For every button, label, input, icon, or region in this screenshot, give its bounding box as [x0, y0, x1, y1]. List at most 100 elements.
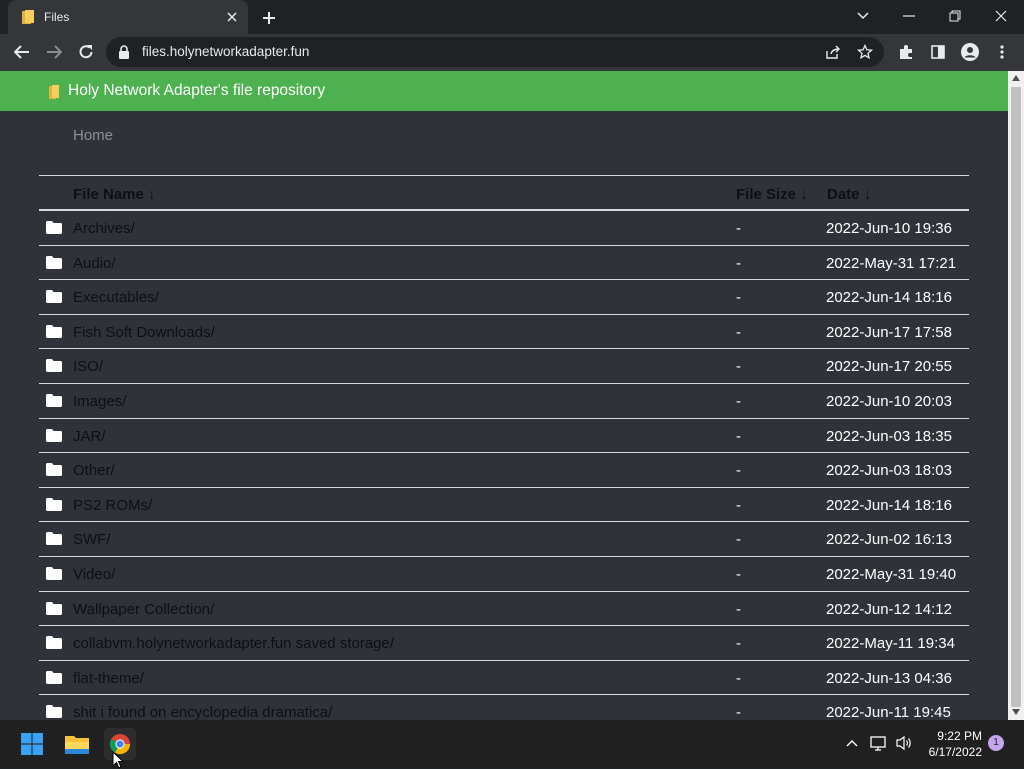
file-name-link[interactable]: Video/ — [73, 566, 115, 583]
file-name-link[interactable]: Executables/ — [73, 289, 159, 306]
sort-file-name-header[interactable]: File Name ↓ — [73, 186, 156, 203]
forward-arrow-icon[interactable] — [40, 38, 68, 66]
file-date: 2022-Jun-11 19:45 — [826, 704, 951, 720]
table-row[interactable]: Images/ - 2022-Jun-10 20:03 — [39, 384, 969, 419]
file-date: 2022-Jun-17 20:55 — [826, 358, 952, 376]
table-row[interactable]: SWF/ - 2022-Jun-02 16:13 — [39, 522, 969, 557]
file-table: File Name ↓ File Size ↓ Date ↓ Archives/… — [39, 175, 969, 720]
file-name-link[interactable]: collabvm.holynetworkadapter.fun saved st… — [73, 635, 394, 652]
file-explorer-icon[interactable] — [61, 728, 93, 760]
file-name-link[interactable]: SWF/ — [73, 531, 111, 548]
new-tab-plus-icon[interactable] — [258, 7, 280, 29]
close-window-icon[interactable] — [978, 0, 1024, 32]
table-row[interactable]: Fish Soft Downloads/ - 2022-Jun-17 17:58 — [39, 315, 969, 350]
table-row[interactable]: collabvm.holynetworkadapter.fun saved st… — [39, 626, 969, 661]
file-name-link[interactable]: Fish Soft Downloads/ — [73, 324, 215, 341]
menu-kebab-icon[interactable] — [988, 38, 1016, 66]
site-title[interactable]: Holy Network Adapter's file repository — [68, 82, 325, 100]
scroll-down-arrow-icon[interactable] — [1012, 709, 1020, 715]
file-date: 2022-Jun-14 18:16 — [826, 289, 952, 307]
file-name-link[interactable]: ISO/ — [73, 358, 103, 375]
folder-icon — [46, 566, 62, 580]
show-hidden-icons-chevron-icon[interactable] — [843, 734, 861, 752]
table-row[interactable]: Executables/ - 2022-Jun-14 18:16 — [39, 280, 969, 315]
bookmark-star-icon[interactable] — [856, 43, 874, 61]
network-icon[interactable] — [870, 734, 888, 752]
folder-icon — [46, 601, 62, 615]
file-name-link[interactable]: JAR/ — [73, 428, 106, 445]
file-date: 2022-Jun-02 16:13 — [826, 531, 952, 549]
file-name-link[interactable]: Archives/ — [73, 220, 135, 237]
file-date: 2022-Jun-03 18:35 — [826, 427, 952, 445]
file-date: 2022-May-11 19:34 — [826, 635, 955, 653]
back-arrow-icon[interactable] — [8, 38, 36, 66]
minimize-icon[interactable] — [886, 0, 932, 32]
file-name-link[interactable]: flat-theme/ — [73, 670, 144, 687]
profile-avatar-icon[interactable] — [956, 38, 984, 66]
notification-badge[interactable]: 1 — [988, 735, 1004, 751]
folder-icon — [46, 324, 62, 338]
table-row[interactable]: PS2 ROMs/ - 2022-Jun-14 18:16 — [39, 488, 969, 523]
table-row[interactable]: Audio/ - 2022-May-31 17:21 — [39, 246, 969, 281]
file-name-link[interactable]: shit i found on encyclopedia dramatica/ — [73, 704, 332, 720]
folder-icon — [46, 255, 62, 269]
table-row[interactable]: JAR/ - 2022-Jun-03 18:35 — [39, 419, 969, 454]
folder-icon — [46, 497, 62, 511]
page-viewport: Holy Network Adapter's file repository H… — [0, 71, 1008, 720]
table-row[interactable]: Video/ - 2022-May-31 19:40 — [39, 557, 969, 592]
sort-date-header[interactable]: Date ↓ — [827, 186, 871, 203]
side-panel-icon[interactable] — [924, 38, 952, 66]
table-row[interactable]: shit i found on encyclopedia dramatica/ -… — [39, 695, 969, 720]
file-date: 2022-Jun-10 19:36 — [826, 220, 952, 237]
breadcrumb-home[interactable]: Home — [73, 127, 113, 144]
scroll-up-arrow-icon[interactable] — [1012, 75, 1020, 81]
table-header: File Name ↓ File Size ↓ Date ↓ — [39, 175, 969, 211]
file-name-link[interactable]: Images/ — [73, 393, 126, 410]
file-size: - — [736, 565, 741, 583]
reload-icon[interactable] — [72, 38, 100, 66]
page-scrollbar[interactable] — [1008, 71, 1024, 720]
restore-icon[interactable] — [932, 0, 978, 32]
start-windows-icon[interactable] — [16, 728, 48, 760]
address-bar[interactable]: files.holynetworkadapter.fun — [106, 37, 884, 67]
sort-file-size-header[interactable]: File Size ↓ — [736, 186, 808, 203]
file-name-link[interactable]: PS2 ROMs/ — [73, 497, 152, 514]
file-size: - — [736, 635, 741, 653]
file-name-link[interactable]: Other/ — [73, 462, 115, 479]
file-size: - — [736, 289, 741, 307]
browser-toolbar: files.holynetworkadapter.fun — [0, 34, 1024, 71]
table-row[interactable]: Wallpaper Collection/ - 2022-Jun-12 14:12 — [39, 592, 969, 627]
windows-taskbar: 9:22 PM 6/17/2022 1 — [0, 720, 1024, 769]
taskbar-clock[interactable]: 9:22 PM 6/17/2022 — [920, 728, 982, 760]
lock-icon[interactable] — [118, 45, 130, 59]
file-date: 2022-Jun-13 04:36 — [826, 669, 952, 687]
clock-time: 9:22 PM — [937, 729, 982, 743]
table-row[interactable]: Other/ - 2022-Jun-03 18:03 — [39, 453, 969, 488]
file-name-link[interactable]: Wallpaper Collection/ — [73, 601, 214, 618]
share-icon[interactable] — [824, 43, 842, 61]
scrollbar-thumb[interactable] — [1011, 87, 1021, 707]
clock-date: 6/17/2022 — [928, 745, 982, 759]
file-size: - — [736, 392, 741, 410]
file-date: 2022-Jun-03 18:03 — [826, 462, 952, 480]
file-name-link[interactable]: Audio/ — [73, 255, 116, 272]
file-size: - — [736, 600, 741, 618]
extensions-puzzle-icon[interactable] — [892, 38, 920, 66]
table-row[interactable]: ISO/ - 2022-Jun-17 20:55 — [39, 349, 969, 384]
tab-search-chevron-icon[interactable] — [840, 0, 886, 32]
file-size: - — [736, 358, 741, 376]
volume-speaker-icon[interactable] — [895, 734, 913, 752]
folder-icon — [46, 221, 62, 234]
file-size: - — [736, 323, 741, 341]
folder-icon — [46, 393, 62, 407]
tab-close-icon[interactable] — [224, 9, 240, 25]
tab-files[interactable]: Files — [8, 0, 248, 34]
file-date: 2022-Jun-12 14:12 — [826, 600, 952, 618]
url-text[interactable]: files.holynetworkadapter.fun — [142, 44, 309, 59]
file-date: 2022-Jun-17 17:58 — [826, 323, 952, 341]
table-row[interactable]: flat-theme/ - 2022-Jun-13 04:36 — [39, 661, 969, 696]
table-row[interactable]: Archives/ - 2022-Jun-10 19:36 — [39, 211, 969, 246]
folder-icon — [46, 705, 62, 719]
file-size: - — [736, 254, 741, 272]
folder-icon — [46, 359, 62, 373]
